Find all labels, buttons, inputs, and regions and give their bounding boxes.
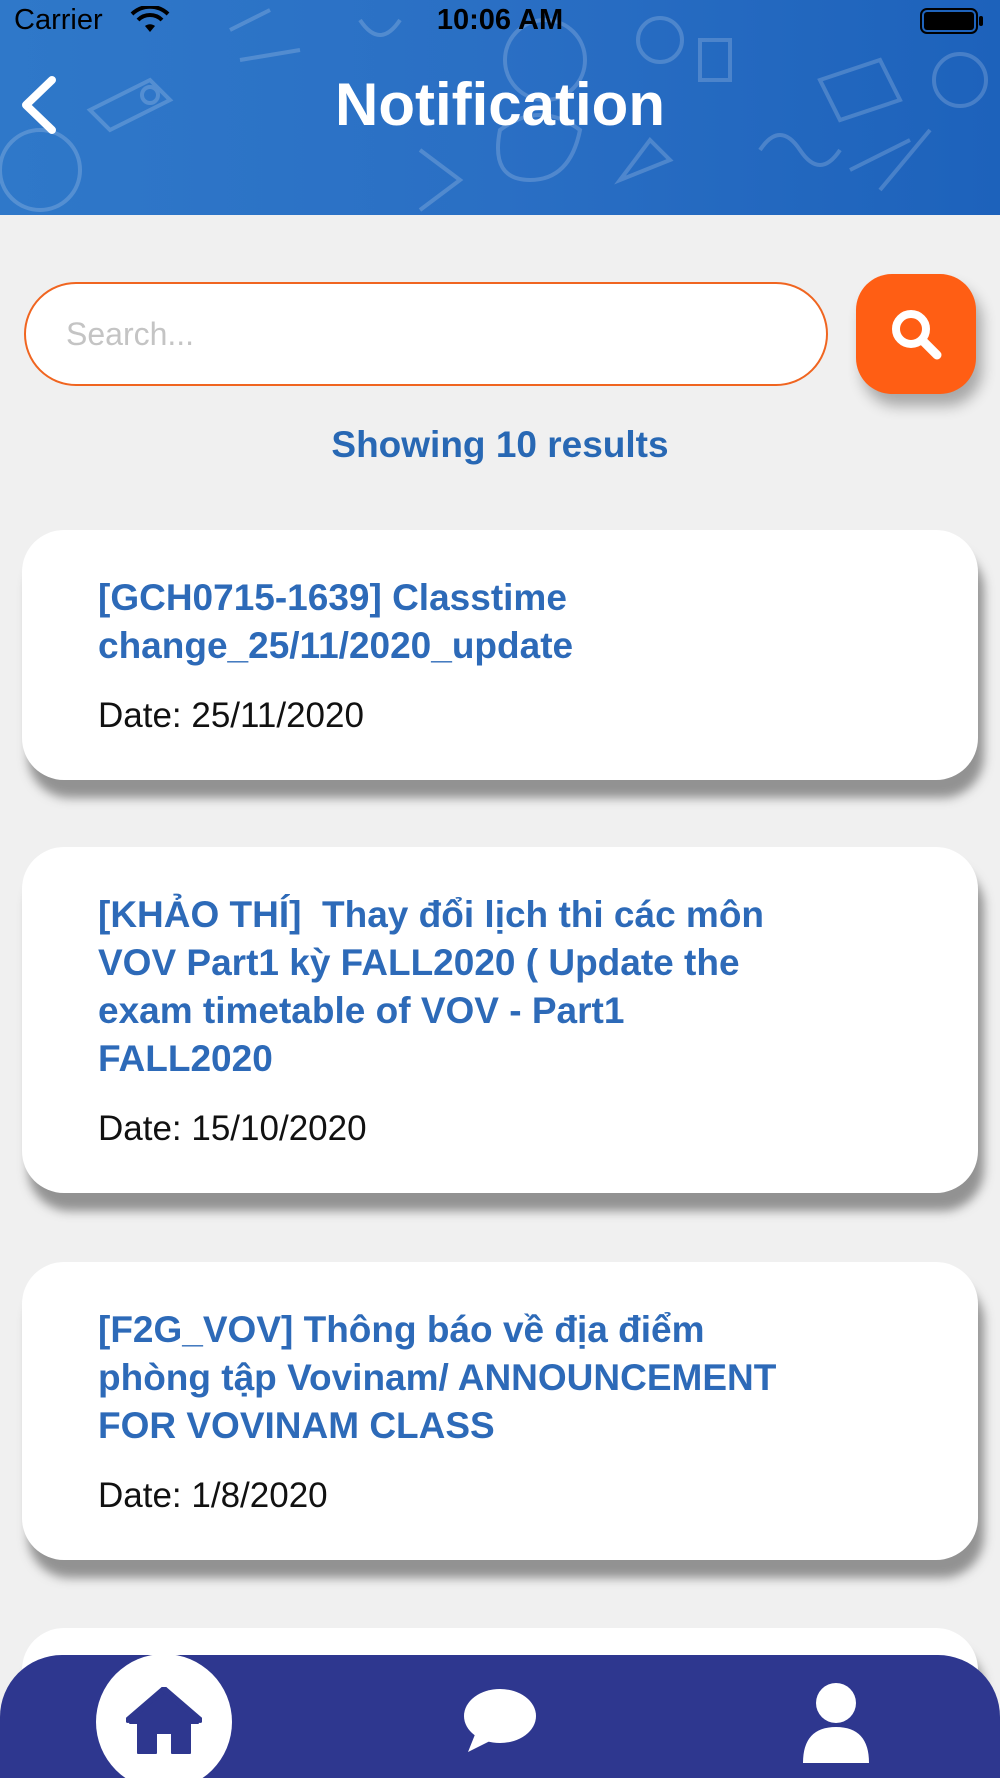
notification-date: Date: 1/8/2020: [98, 1476, 328, 1515]
notification-title: [F2G_VOV] Thông báo về địa điểm phòng tậ…: [98, 1309, 777, 1446]
notification-card[interactable]: [F2G_VOV] Thông báo về địa điểm phòng tậ…: [22, 1262, 978, 1560]
chat-icon: [464, 1689, 536, 1752]
notification-date: Date: 15/10/2020: [98, 1109, 367, 1148]
status-time: 10:06 AM: [436, 4, 564, 36]
header-bar: Carrier 10:06 AM Notification: [0, 0, 1000, 215]
notification-card[interactable]: [KHẢO THÍ] Thay đổi lịch thi các môn VOV…: [22, 847, 978, 1193]
notification-date: Date: 25/11/2020: [98, 696, 364, 735]
notification-title: [KHẢO THÍ] Thay đổi lịch thi các môn VOV…: [98, 894, 765, 1079]
nav-chat-button[interactable]: [458, 1682, 542, 1758]
nav-profile-button[interactable]: [796, 1680, 876, 1766]
battery-icon: [920, 8, 983, 34]
status-bar: Carrier 10:06 AM: [0, 0, 1000, 44]
page-title: Notification: [335, 71, 665, 138]
search-button[interactable]: [856, 274, 976, 394]
profile-icon: [803, 1683, 869, 1763]
notification-screen: Carrier 10:06 AM Notification Showing 10…: [0, 0, 1000, 1778]
home-icon: [126, 1687, 202, 1754]
notification-title: [GCH0715-1639] Classtime change_25/11/20…: [98, 577, 574, 666]
notification-card[interactable]: [GCH0715-1639] Classtime change_25/11/20…: [22, 530, 978, 780]
results-count-label: Showing 10 results: [331, 424, 669, 465]
nav-home-button[interactable]: [96, 1654, 232, 1778]
search-icon: [892, 310, 942, 360]
search-input[interactable]: [24, 282, 828, 386]
